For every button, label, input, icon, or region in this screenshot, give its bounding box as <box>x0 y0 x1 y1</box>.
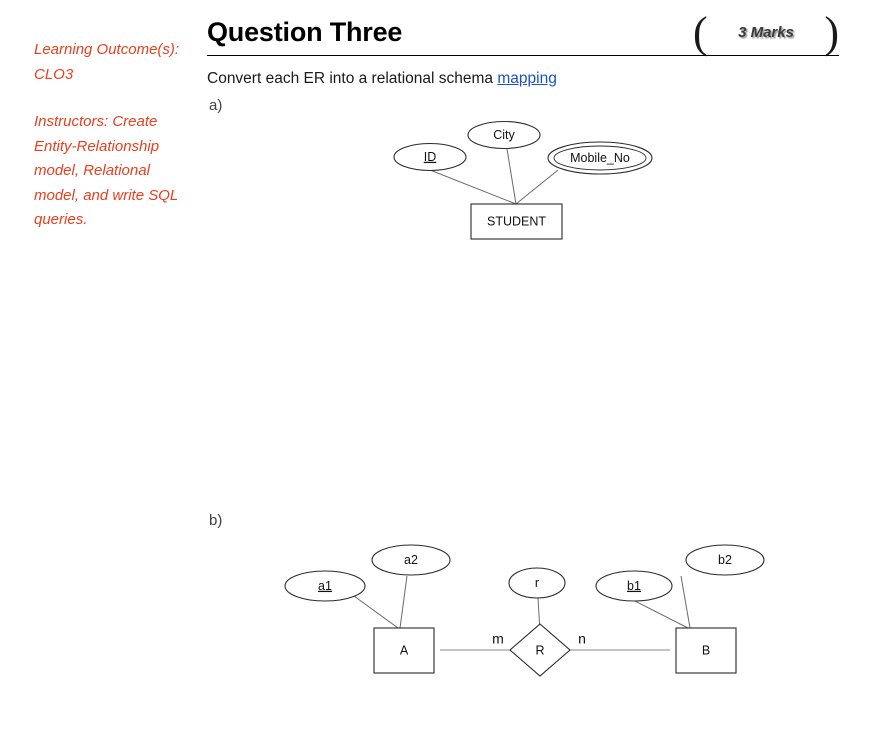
attribute-label-a1: a1 <box>318 579 332 593</box>
entity-label-a: A <box>400 643 409 657</box>
er-diagram-a: City ID Mobile_No STUDENT <box>380 112 680 242</box>
attribute-label-id: ID <box>424 150 437 164</box>
attribute-label-r: r <box>535 576 539 590</box>
learning-outcome-sidebar: Learning Outcome(s): CLO3 Instructors: C… <box>34 38 186 233</box>
marks-badge: ( 3 Marks ) <box>693 8 839 57</box>
cardinality-label-right: n <box>578 631 586 647</box>
er-diagram-b: a2 a1 r b1 b2 A B R m n <box>270 528 790 678</box>
title-divider <box>207 55 839 56</box>
page-title: Question Three <box>207 17 403 47</box>
attribute-label-b2: b2 <box>718 553 732 567</box>
connector-b2-b <box>680 575 691 629</box>
instruction-text: Convert each ER into a relational schema <box>207 70 498 87</box>
mapping-link[interactable]: mapping <box>497 70 556 87</box>
connector-a2-a <box>399 575 408 629</box>
part-b-label: b) <box>209 512 223 529</box>
attribute-label-mobile-no: Mobile_No <box>570 151 630 165</box>
instruction-line: Convert each ER into a relational schema… <box>207 68 557 90</box>
entity-label-student: STUDENT <box>487 214 546 228</box>
connector-a1-a <box>353 595 399 629</box>
connector-id-student <box>429 169 517 205</box>
page-header: Question Three ( 3 Marks ) <box>207 11 839 56</box>
connector-mobile-student <box>515 169 559 205</box>
cardinality-label-left: m <box>492 631 504 647</box>
learning-outcome-text: Learning Outcome(s): CLO3 <box>34 41 180 83</box>
attribute-label-city: City <box>493 128 515 142</box>
connector-city-student <box>506 148 517 205</box>
bracket-right-icon: ) <box>824 8 839 57</box>
instructor-note-text: Instructors: Create Entity-Relationship … <box>34 113 178 228</box>
marks-label: 3 Marks <box>738 24 794 41</box>
entity-label-b: B <box>702 643 710 657</box>
relationship-label-r: R <box>535 643 544 657</box>
attribute-label-b1: b1 <box>627 579 641 593</box>
part-a-label: a) <box>209 97 223 114</box>
title-row: Question Three ( 3 Marks ) <box>207 11 839 55</box>
attribute-label-a2: a2 <box>404 553 418 567</box>
